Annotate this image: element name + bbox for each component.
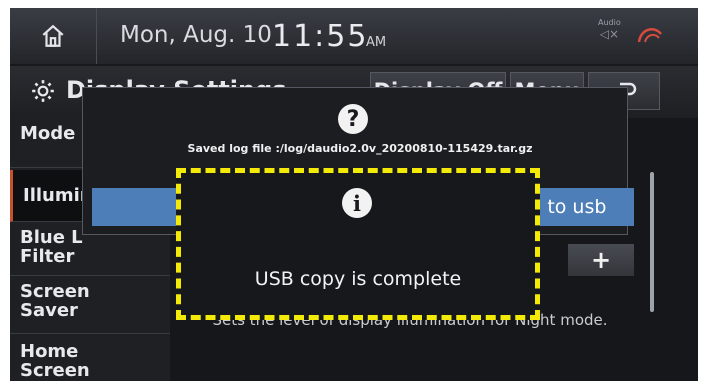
gear-icon [32, 80, 54, 102]
audio-label: Audio [598, 18, 621, 27]
audio-indicator: Audio ◁× [598, 18, 621, 41]
status-ampm: AM [366, 35, 387, 50]
audio-mute-icon: ◁× [599, 27, 620, 41]
home-icon [42, 24, 64, 47]
usb-complete-message: USB copy is complete [254, 268, 462, 290]
popup-left-button[interactable] [92, 188, 178, 226]
scrollbar[interactable] [650, 172, 654, 312]
home-button[interactable] [10, 8, 97, 64]
increase-button[interactable]: + [568, 244, 634, 276]
sidebar-item-home-screen[interactable]: Home Screen [10, 336, 170, 392]
status-date: Mon, Aug. 10 [120, 22, 272, 48]
sidebar-item-screen-saver[interactable]: Screen Saver [10, 278, 170, 334]
saved-log-message: Saved log file :/log/daudio2.0v_20200810… [187, 142, 533, 155]
copy-to-usb-button[interactable]: l to usb [530, 188, 634, 226]
info-icon: i [342, 188, 372, 218]
question-icon: ? [338, 104, 368, 134]
gps-signal-icon [637, 28, 662, 43]
status-bar: Mon, Aug. 10 11:55 AM Audio ◁× [10, 8, 698, 64]
status-time: 11:55 [272, 19, 369, 54]
